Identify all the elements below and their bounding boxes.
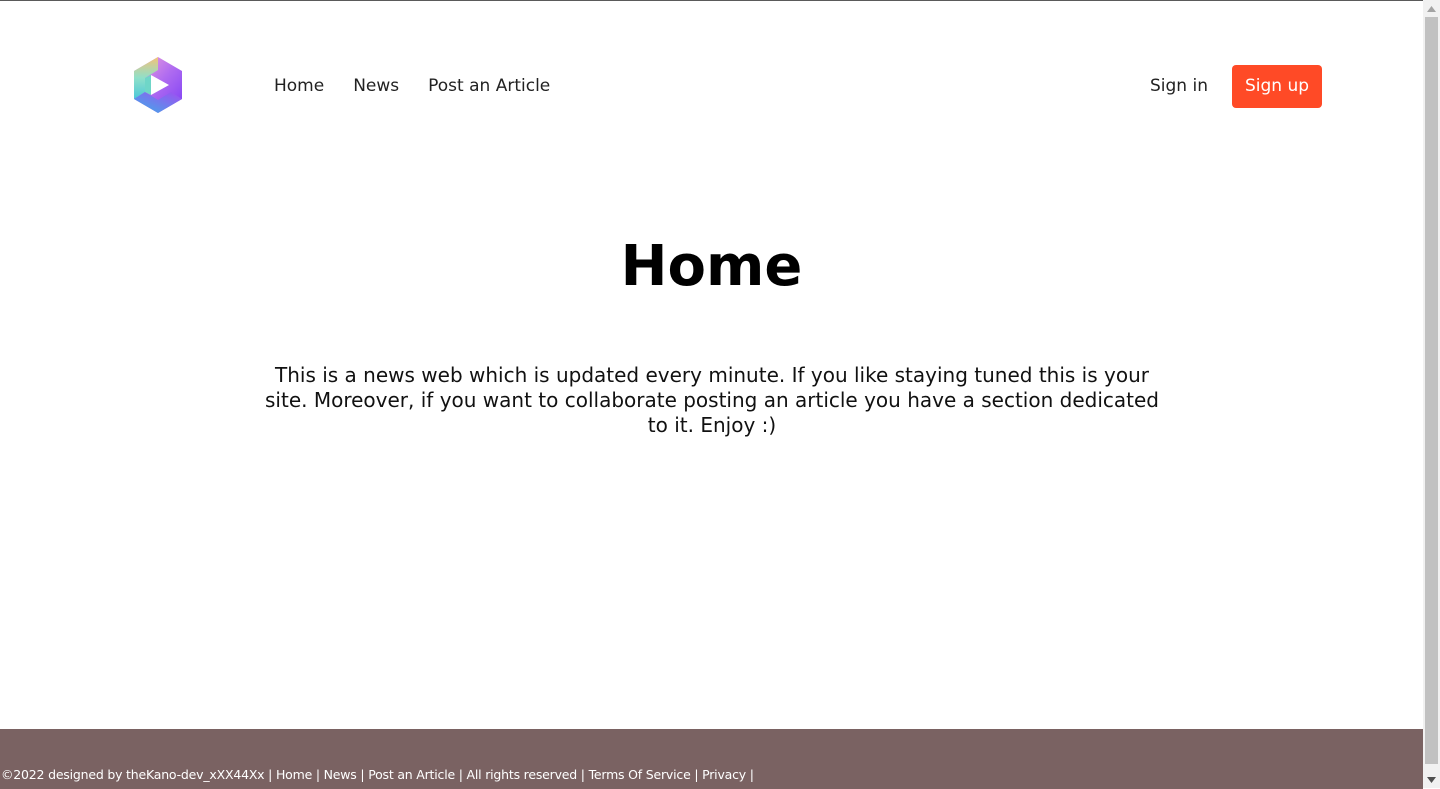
footer-separator: | — [454, 767, 467, 782]
footer-link-privacy[interactable]: Privacy — [702, 767, 746, 782]
footer-link-news[interactable]: News — [324, 767, 357, 782]
footer-separator: | — [312, 767, 324, 782]
footer-separator: | — [356, 767, 369, 782]
footer-separator: | — [577, 767, 589, 782]
nav-link-home[interactable]: Home — [274, 75, 324, 97]
scroll-down-arrow-icon[interactable] — [1423, 771, 1440, 788]
footer-separator: | — [690, 767, 703, 782]
vertical-scrollbar[interactable] — [1423, 0, 1440, 788]
nav-link-news[interactable]: News — [353, 75, 399, 97]
footer: ©2022 designed by theKano-dev_xXX44Xx | … — [0, 729, 1423, 789]
hexagon-play-logo-icon[interactable] — [131, 56, 185, 114]
page-title: Home — [620, 234, 803, 299]
footer-link-home[interactable]: Home — [276, 767, 312, 782]
nav-link-post-article[interactable]: Post an Article — [428, 75, 550, 97]
page-description: This is a news web which is updated ever… — [265, 363, 1159, 437]
scroll-thumb[interactable] — [1425, 17, 1438, 764]
main-nav: Home News Post an Article — [274, 75, 579, 97]
footer-text: ©2022 designed by theKano-dev_xXX44Xx | … — [1, 767, 754, 782]
footer-link-post-article[interactable]: Post an Article — [368, 767, 455, 782]
page: Home News Post an Article Sign in Sign u… — [0, 0, 1423, 789]
footer-copyright: ©2022 designed by theKano-dev_xXX44Xx — [1, 767, 265, 782]
sign-up-button[interactable]: Sign up — [1232, 65, 1322, 108]
scroll-up-arrow-icon[interactable] — [1423, 0, 1440, 17]
sign-in-link[interactable]: Sign in — [1150, 75, 1208, 97]
footer-link-terms[interactable]: Terms Of Service — [589, 767, 691, 782]
footer-trailing-separator: | — [745, 767, 754, 782]
footer-separator: | — [264, 767, 276, 782]
footer-rights: All rights reserved — [466, 767, 578, 782]
